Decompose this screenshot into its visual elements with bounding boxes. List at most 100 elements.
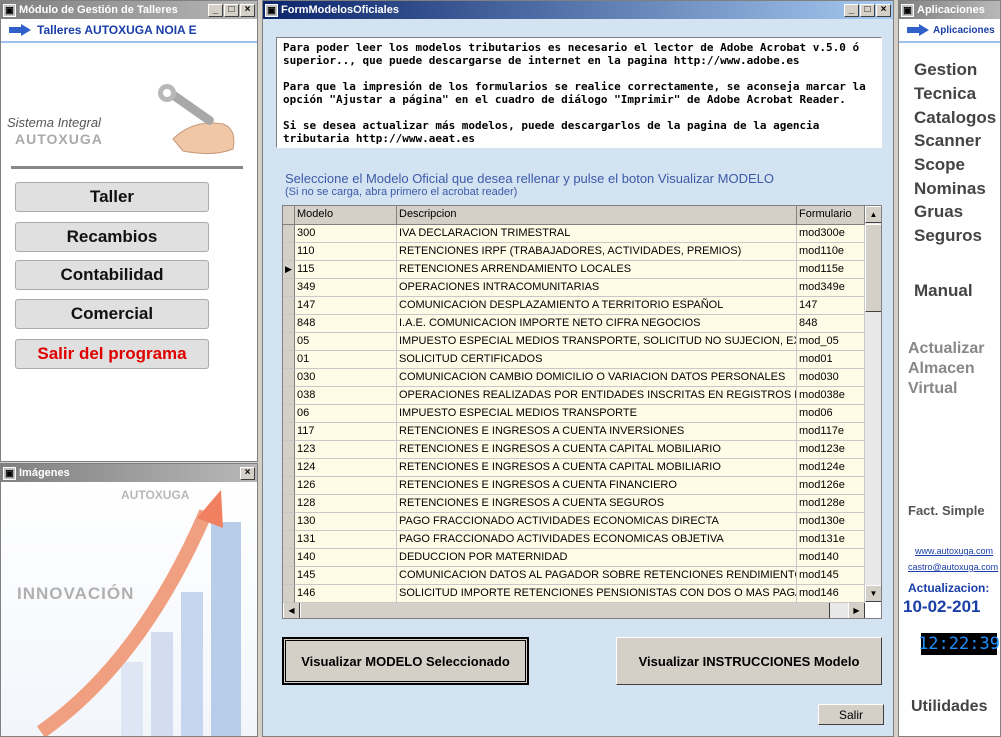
cell-descripcion[interactable]: RETENCIONES E INGRESOS A CUENTA FINANCIE… <box>397 477 797 495</box>
scroll-up-button[interactable]: ▲ <box>865 206 881 223</box>
table-row[interactable]: 123 RETENCIONES E INGRESOS A CUENTA CAPIT… <box>283 441 865 459</box>
row-indicator[interactable] <box>283 315 295 333</box>
table-row[interactable]: 145 COMUNICACION DATOS AL PAGADOR SOBRE R… <box>283 567 865 585</box>
models-table[interactable]: Modelo Descripcion Formulario ▲ ▼ ◀ ▶ 30… <box>282 205 882 619</box>
row-indicator[interactable] <box>283 567 295 585</box>
cell-formulario[interactable]: mod110e <box>797 243 865 261</box>
table-row[interactable]: 01 SOLICITUD CERTIFICADOS mod01 <box>283 351 865 369</box>
cell-descripcion[interactable]: SOLICITUD CERTIFICADOS <box>397 351 797 369</box>
cell-modelo[interactable]: 146 <box>295 585 397 603</box>
cell-modelo[interactable]: 123 <box>295 441 397 459</box>
table-row[interactable]: 126 RETENCIONES E INGRESOS A CUENTA FINAN… <box>283 477 865 495</box>
app-link-gestion[interactable]: Gestion <box>914 60 977 80</box>
row-indicator[interactable] <box>283 459 295 477</box>
table-row[interactable]: 128 RETENCIONES E INGRESOS A CUENTA SEGUR… <box>283 495 865 513</box>
table-row[interactable]: 05 IMPUESTO ESPECIAL MEDIOS TRANSPORTE, S… <box>283 333 865 351</box>
cell-descripcion[interactable]: COMUNICACION DATOS AL PAGADOR SOBRE RETE… <box>397 567 797 585</box>
titlebar[interactable]: ▣ Módulo de Gestión de Talleres _ □ × <box>1 1 257 19</box>
row-indicator[interactable] <box>283 261 295 279</box>
cell-modelo[interactable]: 030 <box>295 369 397 387</box>
maximize-button[interactable]: □ <box>224 3 239 17</box>
table-row[interactable]: 110 RETENCIONES IRPF (TRABAJADORES, ACTIV… <box>283 243 865 261</box>
cell-descripcion[interactable]: SOLICITUD IMPORTE RETENCIONES PENSIONIST… <box>397 585 797 603</box>
cell-modelo[interactable]: 300 <box>295 225 397 243</box>
cell-formulario[interactable]: mod146 <box>797 585 865 603</box>
close-button[interactable]: × <box>240 3 255 17</box>
cell-modelo[interactable]: 05 <box>295 333 397 351</box>
vertical-scrollbar[interactable]: ▲ ▼ <box>865 206 881 602</box>
cell-descripcion[interactable]: OPERACIONES INTRACOMUNITARIAS <box>397 279 797 297</box>
app-link-seguros[interactable]: Seguros <box>914 226 982 246</box>
cell-formulario[interactable]: mod300e <box>797 225 865 243</box>
view-model-button[interactable]: Visualizar MODELO Seleccionado <box>282 637 529 685</box>
cell-formulario[interactable]: mod145 <box>797 567 865 585</box>
maximize-button[interactable]: □ <box>860 3 875 17</box>
cell-modelo[interactable]: 01 <box>295 351 397 369</box>
row-indicator[interactable] <box>283 405 295 423</box>
cell-formulario[interactable]: mod06 <box>797 405 865 423</box>
titlebar[interactable]: ▣ Aplicaciones <box>899 1 1000 19</box>
scroll-down-button[interactable]: ▼ <box>865 585 881 602</box>
cell-descripcion[interactable]: RETENCIONES ARRENDAMIENTO LOCALES <box>397 261 797 279</box>
row-indicator[interactable] <box>283 297 295 315</box>
close-button[interactable]: × <box>876 3 891 17</box>
row-indicator[interactable] <box>283 549 295 567</box>
column-header-descripcion[interactable]: Descripcion <box>397 206 797 225</box>
table-row[interactable]: 117 RETENCIONES E INGRESOS A CUENTA INVER… <box>283 423 865 441</box>
table-row[interactable]: 115RETENCIONES ARRENDAMIENTO LOCALESmod1… <box>283 261 865 279</box>
cell-descripcion[interactable]: RETENCIONES E INGRESOS A CUENTA INVERSIO… <box>397 423 797 441</box>
row-indicator[interactable] <box>283 441 295 459</box>
cell-modelo[interactable]: 130 <box>295 513 397 531</box>
cell-modelo[interactable]: 110 <box>295 243 397 261</box>
cell-modelo[interactable]: 038 <box>295 387 397 405</box>
cell-descripcion[interactable]: PAGO FRACCIONADO ACTIVIDADES ECONOMICAS … <box>397 531 797 549</box>
manual-link[interactable]: Manual <box>914 281 973 301</box>
row-indicator[interactable] <box>283 531 295 549</box>
cell-formulario[interactable]: mod123e <box>797 441 865 459</box>
cell-modelo[interactable]: 131 <box>295 531 397 549</box>
menu-contabilidad-button[interactable]: Contabilidad <box>15 260 209 290</box>
cell-descripcion[interactable]: DEDUCCION POR MATERNIDAD <box>397 549 797 567</box>
cell-formulario[interactable]: mod131e <box>797 531 865 549</box>
table-row[interactable]: 06 IMPUESTO ESPECIAL MEDIOS TRANSPORTE mod… <box>283 405 865 423</box>
cell-descripcion[interactable]: IMPUESTO ESPECIAL MEDIOS TRANSPORTE <box>397 405 797 423</box>
cell-formulario[interactable]: mod140 <box>797 549 865 567</box>
app-link-catalogos[interactable]: Catalogos <box>914 108 996 128</box>
cell-descripcion[interactable]: PAGO FRACCIONADO ACTIVIDADES ECONOMICAS … <box>397 513 797 531</box>
scroll-thumb-horizontal[interactable] <box>300 602 830 618</box>
row-indicator[interactable] <box>283 495 295 513</box>
cell-formulario[interactable]: mod038e <box>797 387 865 405</box>
menu-recambios-button[interactable]: Recambios <box>15 222 209 252</box>
cell-descripcion[interactable]: RETENCIONES E INGRESOS A CUENTA SEGUROS <box>397 495 797 513</box>
cell-formulario[interactable]: 848 <box>797 315 865 333</box>
scroll-left-button[interactable]: ◀ <box>283 602 300 618</box>
row-indicator[interactable] <box>283 477 295 495</box>
update-virtual-link-line2[interactable]: Almacen <box>908 359 975 379</box>
cell-descripcion[interactable]: RETENCIONES E INGRESOS A CUENTA CAPITAL … <box>397 459 797 477</box>
table-row[interactable]: 130 PAGO FRACCIONADO ACTIVIDADES ECONOMIC… <box>283 513 865 531</box>
row-indicator[interactable] <box>283 225 295 243</box>
exit-button[interactable]: Salir <box>818 704 884 725</box>
website-link[interactable]: www.autoxuga.com <box>915 546 993 556</box>
table-row[interactable]: 147 COMUNICACION DESPLAZAMIENTO A TERRITO… <box>283 297 865 315</box>
app-link-tecnica[interactable]: Tecnica <box>914 84 976 104</box>
cell-formulario[interactable]: mod130e <box>797 513 865 531</box>
cell-descripcion[interactable]: IMPUESTO ESPECIAL MEDIOS TRANSPORTE, SOL… <box>397 333 797 351</box>
table-row[interactable]: 131 PAGO FRACCIONADO ACTIVIDADES ECONOMIC… <box>283 531 865 549</box>
menu-comercial-button[interactable]: Comercial <box>15 299 209 329</box>
row-indicator[interactable] <box>283 387 295 405</box>
row-indicator[interactable] <box>283 423 295 441</box>
table-row[interactable]: 848 I.A.E. COMUNICACION IMPORTE NETO CIFR… <box>283 315 865 333</box>
app-link-scanner[interactable]: Scanner <box>914 131 981 151</box>
cell-modelo[interactable]: 128 <box>295 495 397 513</box>
exit-program-button[interactable]: Salir del programa <box>15 339 209 369</box>
row-indicator[interactable] <box>283 333 295 351</box>
cell-modelo[interactable]: 349 <box>295 279 397 297</box>
column-header-modelo[interactable]: Modelo <box>295 206 397 225</box>
horizontal-scrollbar[interactable]: ◀ ▶ <box>283 602 865 618</box>
cell-modelo[interactable]: 147 <box>295 297 397 315</box>
cell-formulario[interactable]: mod128e <box>797 495 865 513</box>
titlebar[interactable]: ▣ FormModelosOficiales _ □ × <box>263 1 893 19</box>
cell-formulario[interactable]: mod124e <box>797 459 865 477</box>
minimize-button[interactable]: _ <box>208 3 223 17</box>
